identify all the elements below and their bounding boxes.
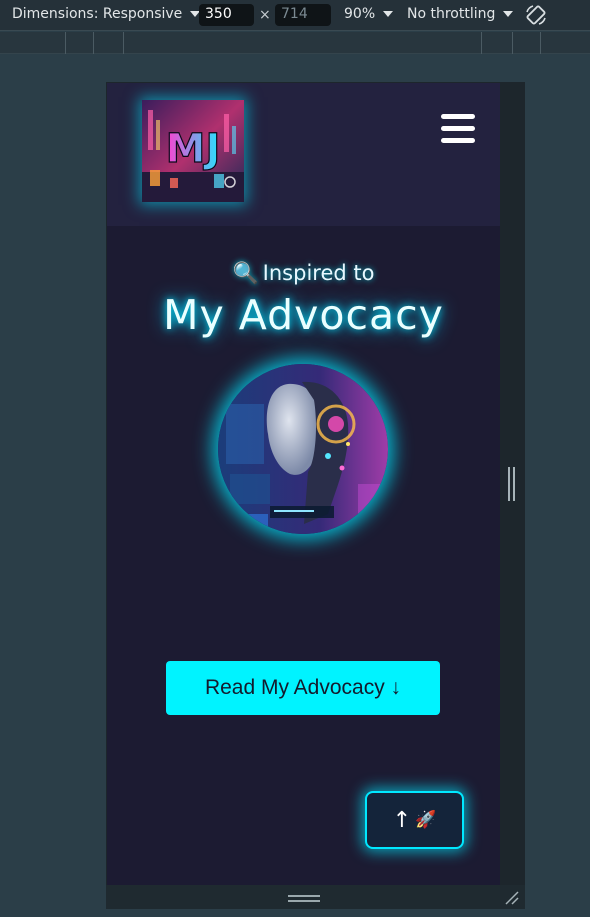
ruler-tick xyxy=(540,32,541,54)
hamburger-line xyxy=(441,138,475,143)
chevron-down-icon xyxy=(383,11,394,17)
rotate-icon[interactable] xyxy=(524,3,548,27)
zoom-dropdown[interactable]: 90% xyxy=(344,6,394,22)
ruler-tick xyxy=(481,32,482,54)
resize-handle-right[interactable] xyxy=(508,467,516,501)
ai-portrait-image xyxy=(218,364,388,534)
width-input[interactable]: 350 xyxy=(199,4,254,26)
page-title: My Advocacy xyxy=(163,291,444,339)
resize-handle-bottom[interactable] xyxy=(288,895,320,903)
throttling-label: No throttling xyxy=(407,6,496,22)
throttling-dropdown[interactable]: No throttling xyxy=(407,6,514,22)
arrow-up-icon: ↑ xyxy=(392,807,412,833)
ruler-tick xyxy=(512,32,513,54)
times-symbol: × xyxy=(259,7,271,23)
hamburger-line xyxy=(441,114,475,119)
dimensions-dropdown[interactable]: Dimensions: Responsive xyxy=(12,6,201,22)
scroll-to-top-button[interactable]: ↑ 🚀 xyxy=(365,791,464,849)
ruler-tick xyxy=(123,32,124,54)
resize-corner-icon[interactable] xyxy=(504,891,520,905)
read-advocacy-button[interactable]: Read My Advocacy ↓ xyxy=(166,661,440,715)
media-query-ruler xyxy=(0,32,590,54)
height-input[interactable]: 714 xyxy=(275,4,331,26)
rocket-icon: 🚀 xyxy=(415,810,437,830)
devtools-toolbar: Dimensions: Responsive 350 × 714 90% No … xyxy=(0,0,590,31)
zoom-label: 90% xyxy=(344,6,376,22)
hamburger-line xyxy=(441,126,475,131)
site-header: MJ xyxy=(107,83,500,226)
menu-hamburger-icon[interactable] xyxy=(441,114,475,144)
ruler-tick xyxy=(93,32,94,54)
hero-portrait xyxy=(218,364,388,534)
subtitle-text: Inspired to xyxy=(262,261,375,285)
chevron-down-icon xyxy=(503,11,514,17)
magnifier-icon: 🔍 xyxy=(232,261,259,285)
hero-subtitle: 🔍 Inspired to xyxy=(107,261,500,286)
site-logo[interactable]: MJ xyxy=(142,100,244,202)
logo-monogram: MJ xyxy=(166,126,221,172)
dimensions-label: Dimensions: Responsive xyxy=(12,6,183,22)
logo-image: MJ xyxy=(142,100,244,202)
device-viewport: MJ 🔍 Inspired to My Advocacy Read My Adv… xyxy=(107,83,500,885)
ruler-tick xyxy=(65,32,66,54)
